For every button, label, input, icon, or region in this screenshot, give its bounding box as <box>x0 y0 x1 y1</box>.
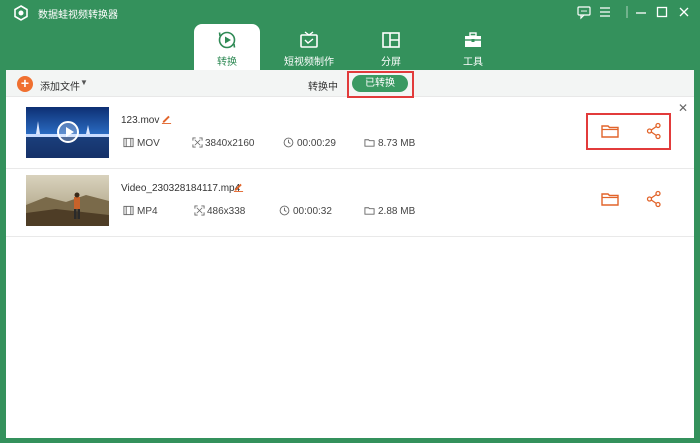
file-name: Video_230328184117.mp4 <box>121 183 241 194</box>
tab-tools[interactable]: 工具 <box>440 24 506 70</box>
file-duration: 00:00:29 <box>297 138 336 149</box>
tv-icon <box>300 31 318 48</box>
close-window-icon[interactable] <box>676 4 692 20</box>
tab-split-screen-label: 分屏 <box>381 57 401 68</box>
tab-tools-label: 工具 <box>463 57 483 68</box>
file-resolution: 486x338 <box>207 206 246 217</box>
chevron-down-icon[interactable]: ▼ <box>80 78 88 87</box>
tab-split-screen[interactable]: 分屏 <box>358 24 424 70</box>
clock-icon <box>283 137 294 148</box>
file-name: 123.mov <box>121 115 160 126</box>
title-bar: 数据蛙视频转换器 <box>0 0 700 24</box>
resolution-icon <box>194 205 205 216</box>
folder-small-icon <box>364 139 375 147</box>
app-logo-icon <box>14 5 28 21</box>
film-icon <box>123 137 134 148</box>
clock-icon <box>279 205 290 216</box>
tab-short-video-label: 短视频制作 <box>284 57 334 68</box>
content-panel: + 添加文件 ▼ 转换中 已转换 ✕ 123.mov MOV 3840x2160… <box>6 70 694 438</box>
file-format: MP4 <box>137 206 158 217</box>
tab-converting[interactable]: 转换中 <box>308 78 338 93</box>
play-icon[interactable] <box>57 121 79 143</box>
video-thumbnail[interactable] <box>26 175 109 226</box>
add-file-button[interactable]: 添加文件 <box>40 78 80 93</box>
resolution-icon <box>192 137 203 148</box>
split-screen-icon <box>382 32 400 48</box>
minimize-icon[interactable] <box>633 4 649 20</box>
add-file-icon[interactable]: + <box>17 76 33 92</box>
feedback-icon[interactable] <box>576 4 592 20</box>
tab-converted[interactable]: 已转换 <box>352 75 408 92</box>
file-size: 8.73 MB <box>378 138 416 149</box>
toolbox-icon <box>465 32 481 47</box>
share-icon[interactable] <box>644 189 664 209</box>
file-duration: 00:00:32 <box>293 206 332 217</box>
edit-name-icon[interactable] <box>233 181 244 192</box>
share-icon[interactable] <box>644 121 664 141</box>
folder-small-icon <box>364 207 375 215</box>
file-row: 123.mov MOV 3840x2160 00:00:29 8.73 MB <box>6 101 694 169</box>
open-folder-icon[interactable] <box>600 189 620 209</box>
tab-short-video[interactable]: 短视频制作 <box>276 24 342 70</box>
file-toolbar: + 添加文件 ▼ 转换中 已转换 <box>6 70 694 98</box>
tab-convert-label: 转换 <box>217 57 237 68</box>
app-window: 数据蛙视频转换器 转换 短视频制作 分屏 工具 + 添加文件 ▼ 转换中 已转换… <box>0 0 700 443</box>
edit-name-icon[interactable] <box>161 113 172 124</box>
file-resolution: 3840x2160 <box>205 138 255 149</box>
file-row: Video_230328184117.mp4 MP4 486x338 00:00… <box>6 169 694 237</box>
app-title: 数据蛙视频转换器 <box>38 10 118 21</box>
film-icon <box>123 205 134 216</box>
open-folder-icon[interactable] <box>600 121 620 141</box>
video-thumbnail[interactable] <box>26 107 109 158</box>
file-format: MOV <box>137 138 160 149</box>
tab-convert[interactable]: 转换 <box>194 24 260 70</box>
maximize-icon[interactable] <box>654 4 670 20</box>
file-size: 2.88 MB <box>378 206 416 217</box>
main-nav: 转换 短视频制作 分屏 工具 <box>0 24 700 70</box>
convert-icon <box>218 31 236 49</box>
menu-icon[interactable] <box>597 4 613 20</box>
